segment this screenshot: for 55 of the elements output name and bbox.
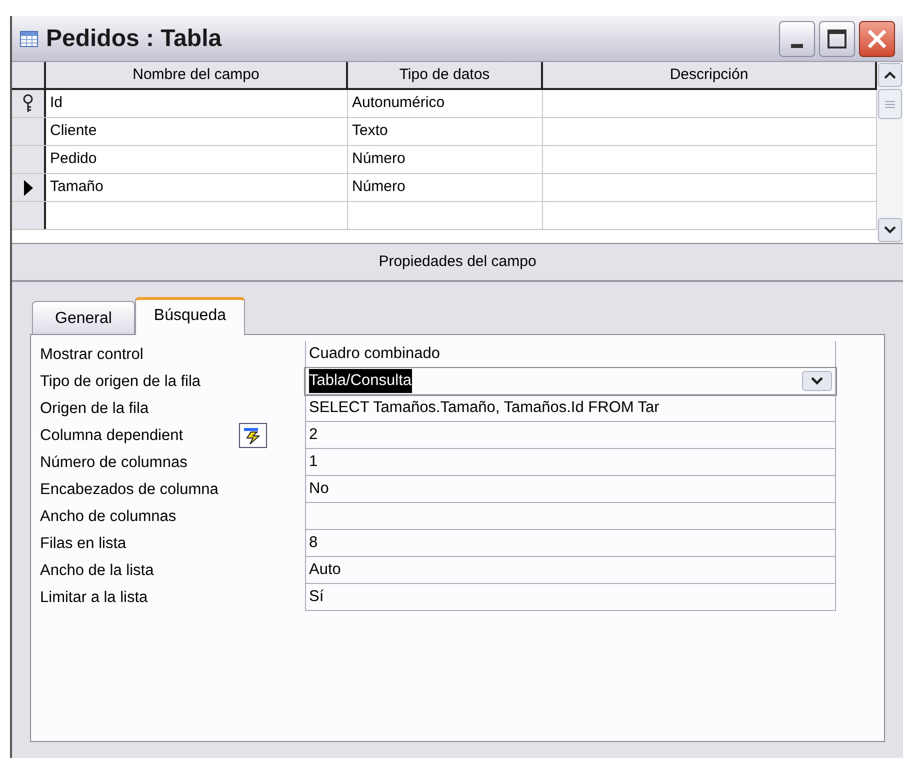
data-type-cell: Número	[348, 174, 543, 201]
value-field[interactable]: SELECT Tamaños.Tamaño, Tamaños.Id FROM Tar	[305, 395, 836, 422]
row-selector[interactable]	[12, 118, 46, 145]
data-type-cell: Texto	[348, 118, 543, 145]
property-label: Ancho de la lista	[40, 560, 154, 581]
field-name-cell: Pedido	[46, 146, 348, 173]
close-button[interactable]	[859, 20, 895, 56]
current-row-icon	[23, 180, 33, 196]
row-selector[interactable]	[12, 202, 46, 229]
property-label: Encabezados de columna	[40, 480, 218, 500]
maximize-icon	[827, 28, 847, 48]
value-field[interactable]: Sí	[305, 584, 836, 611]
row-selector[interactable]	[12, 146, 46, 173]
builder-button[interactable]	[239, 423, 267, 448]
property-label: Origen de la fila	[40, 398, 149, 419]
section-title: Propiedades del campo	[378, 252, 536, 272]
window-title: Pedidos : Tabla	[46, 24, 223, 54]
property-label: Columna dependient	[40, 426, 184, 446]
value-field[interactable]: 8	[305, 530, 836, 557]
column-header: Descripción	[543, 62, 877, 88]
close-icon	[866, 28, 888, 50]
combo-field[interactable]: Tabla/Consulta	[305, 368, 836, 395]
column-header: Nombre del campo	[46, 62, 348, 88]
table-icon	[20, 30, 38, 46]
value-field[interactable]: No	[305, 476, 836, 503]
minimize-icon	[791, 44, 803, 48]
property-label: Tipo de origen de la fila	[40, 372, 201, 392]
value-field[interactable]: Cuadro combinado	[305, 341, 836, 368]
data-type-cell: Número	[348, 146, 543, 173]
tab[interactable]: General	[32, 301, 135, 334]
property-label: Número de columnas	[40, 452, 188, 473]
maximize-button[interactable]	[819, 20, 855, 56]
field-name-cell: Cliente	[46, 118, 348, 145]
data-type-cell: Autonumérico	[348, 90, 543, 117]
scroll-down-button[interactable]	[878, 218, 902, 242]
dropdown-icon[interactable]	[802, 371, 832, 391]
property-label: Filas en lista	[40, 534, 126, 554]
minimize-button[interactable]	[779, 20, 815, 56]
row-selector[interactable]	[12, 90, 46, 117]
value-field[interactable]	[305, 503, 836, 530]
key-icon	[22, 94, 34, 114]
value-field[interactable]: 2	[305, 422, 836, 449]
property-label: Limitar a la lista	[40, 588, 148, 608]
field-name-cell: Id	[46, 90, 348, 117]
property-label: Mostrar control	[40, 344, 144, 365]
property-label: Ancho de columnas	[40, 506, 176, 527]
field-name-cell: Tamaño	[46, 174, 348, 201]
row-selector[interactable]	[12, 174, 46, 201]
column-header: Tipo de datos	[348, 62, 543, 88]
scroll-up-button[interactable]	[878, 63, 902, 87]
value-field[interactable]: 1	[305, 449, 836, 476]
tab[interactable]: Búsqueda	[134, 297, 245, 335]
value-field[interactable]: Auto	[305, 557, 836, 584]
scrollbar[interactable]	[877, 62, 903, 243]
scroll-thumb[interactable]	[878, 89, 902, 119]
